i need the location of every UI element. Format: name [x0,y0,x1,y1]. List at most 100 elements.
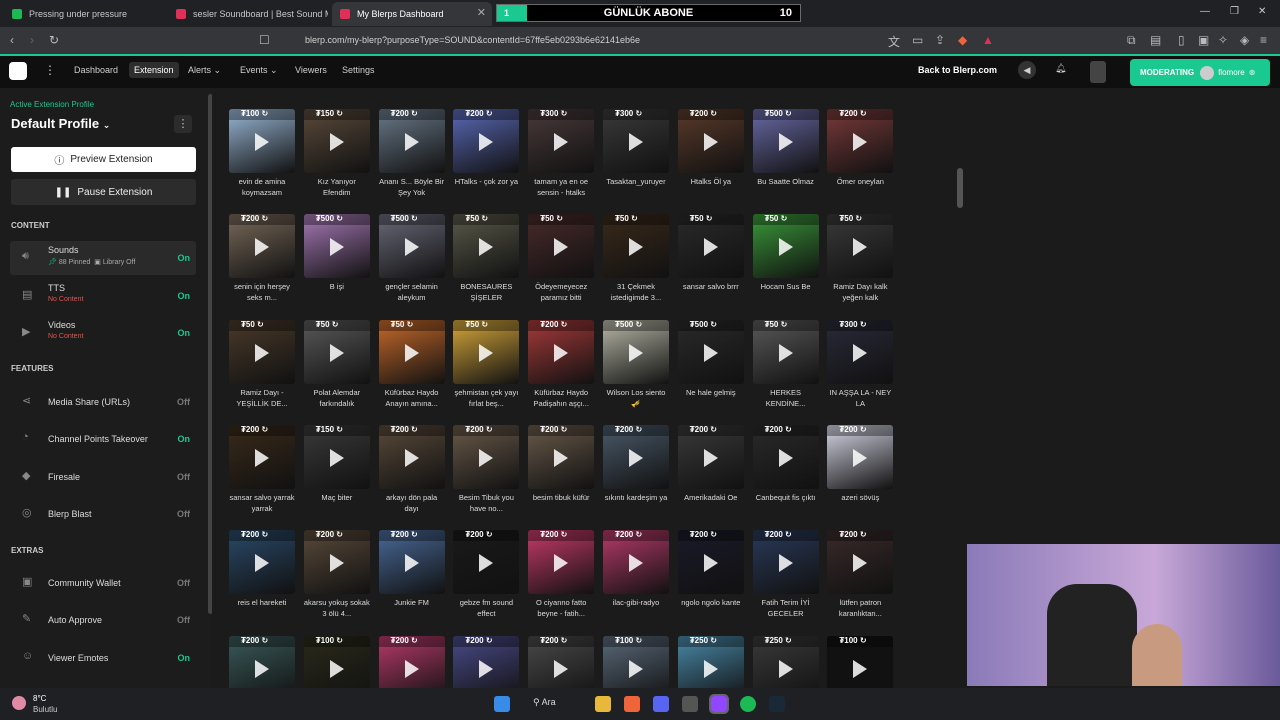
play-icon[interactable] [404,554,419,573]
sound-card[interactable]: ₮500 ↻ Ne hale gelmiş [677,319,744,420]
tab-spotify[interactable]: Pressing under pressure [4,2,164,26]
play-icon[interactable] [629,133,643,151]
sound-card[interactable]: ₮200 ↻ HTalks - çok zor ya [453,109,520,209]
sound-thumbnail[interactable]: ₮200 ↻ [229,635,295,688]
play-icon[interactable] [554,448,569,467]
play-icon[interactable] [255,554,269,573]
sidebar-item-tts[interactable]: ▤ TTS No Content On [10,279,196,313]
play-icon[interactable] [778,133,793,151]
sidebar-toggle-icon[interactable]: ▤ [1150,33,1161,47]
sound-thumbnail[interactable]: ₮200 ↻ [453,635,520,688]
nav-dashboard[interactable]: Dashboard [74,65,118,75]
play-icon[interactable] [404,448,419,467]
sidebar-item-community-wallet[interactable]: ▣ Community Wallet Off [10,566,196,600]
play-icon[interactable] [853,133,868,151]
sound-thumbnail[interactable]: ₮50 ↻ [752,319,819,384]
steam-icon[interactable] [769,696,785,712]
sound-card[interactable]: ₮200 ↻ [378,635,445,688]
play-icon[interactable] [479,343,494,362]
play-icon[interactable] [479,554,494,573]
sound-card[interactable]: ₮200 ↻ senin için herşey seks m... [229,214,295,314]
play-icon[interactable] [554,554,569,573]
profile-selector[interactable]: Default Profile ⌄ [11,116,110,131]
sound-thumbnail[interactable]: ₮200 ↻ [229,530,295,595]
play-icon[interactable] [329,238,344,257]
play-icon[interactable] [629,659,643,678]
play-icon[interactable] [479,448,494,467]
sound-thumbnail[interactable]: ₮50 ↻ [827,214,894,279]
grid-scrollbar[interactable] [957,168,963,208]
taskbar-search[interactable]: ⚲ Ara [533,697,556,708]
sound-card[interactable]: ₮200 ↻ Fatih Terim İYİ GECELER [752,530,819,630]
sound-card[interactable]: ₮200 ↻ Besim Tibuk you have no... [453,424,520,525]
sound-thumbnail[interactable]: ₮500 ↻ [677,319,744,384]
sound-thumbnail[interactable]: ₮100 ↻ [827,635,894,688]
sound-card[interactable]: ₮200 ↻ [528,635,595,688]
sound-thumbnail[interactable]: ₮500 ↻ [603,319,669,384]
translate-icon[interactable]: 文 [888,33,900,50]
sound-card[interactable]: ₮500 ↻ Wilson Los siento 🎺 [603,319,669,420]
play-icon[interactable] [479,659,494,678]
play-icon[interactable] [255,133,269,151]
sound-thumbnail[interactable]: ₮200 ↻ [603,530,669,595]
sound-card[interactable]: ₮100 ↻ [603,635,669,688]
sound-thumbnail[interactable]: ₮200 ↻ [752,530,819,595]
reload-icon[interactable]: ↻ [49,33,59,47]
split-view-icon[interactable]: ▯ [1178,33,1185,47]
sound-thumbnail[interactable]: ₮200 ↻ [677,530,744,595]
sound-thumbnail[interactable]: ₮50 ↻ [677,214,744,279]
blerp-logo-icon[interactable] [9,62,27,80]
sound-card[interactable]: ₮300 ↻ Tasaktan_yuruyer [603,109,669,209]
sound-thumbnail[interactable]: ₮200 ↻ [827,424,894,489]
sound-thumbnail[interactable]: ₮250 ↻ [677,635,744,688]
sound-thumbnail[interactable]: ₮50 ↻ [528,214,595,279]
sound-thumbnail[interactable]: ₮200 ↻ [827,530,894,595]
share-icon[interactable]: ⇪ [935,33,945,47]
sound-thumbnail[interactable]: ₮500 ↻ [378,214,445,279]
obs-icon[interactable] [682,696,698,712]
sidebar-item-videos[interactable]: ▶ Videos No Content On [10,316,196,350]
sound-card[interactable]: ₮200 ↻ Htalks Öl ya [677,109,744,209]
more-options-icon[interactable]: ⋮ [44,63,56,77]
sound-card[interactable]: ₮50 ↻ 31 Çekmek istedigimde 3... [603,214,669,314]
play-icon[interactable] [255,448,269,467]
sound-thumbnail[interactable]: ₮250 ↻ [752,635,819,688]
sound-card[interactable]: ₮50 ↻ şehmistan çek yayı fırlat beş... [453,319,520,420]
sound-thumbnail[interactable]: ₮50 ↻ [752,214,819,279]
volume-icon[interactable]: ◀ [1018,61,1036,79]
play-icon[interactable] [703,554,718,573]
sound-card[interactable]: ₮250 ↻ [677,635,744,688]
sound-card[interactable]: ₮200 ↻ Ananı S... Böyle Bir Şey Yok [378,109,445,209]
sound-thumbnail[interactable]: ₮200 ↻ [453,530,520,595]
sound-thumbnail[interactable]: ₮200 ↻ [378,635,445,688]
discord-icon[interactable] [653,696,669,712]
sound-card[interactable]: ₮200 ↻ [229,635,295,688]
sound-thumbnail[interactable]: ₮50 ↻ [453,214,520,279]
sound-card[interactable]: ₮200 ↻ Ömer oneylan [827,109,894,209]
spotify-icon[interactable] [740,696,756,712]
play-icon[interactable] [778,448,793,467]
sound-thumbnail[interactable]: ₮150 ↻ [303,109,370,173]
play-icon[interactable] [479,238,494,257]
sound-card[interactable]: ₮150 ↻ Maç biter [303,424,370,525]
sound-thumbnail[interactable]: ₮200 ↻ [229,214,295,279]
play-icon[interactable] [255,238,269,257]
weather-icon[interactable] [12,696,26,710]
sound-card[interactable]: ₮200 ↻ Küfürbaz Haydo Padişahın aşçı... [528,319,595,420]
bookmark-icon[interactable]: ☐ [259,33,270,47]
sound-thumbnail[interactable]: ₮200 ↻ [528,424,595,489]
sound-card[interactable]: ₮50 ↻ Ödeyemeyecez paramız bitti [528,214,595,314]
sound-card[interactable]: ₮50 ↻ Küfürbaz Haydo Anayın amına... [378,319,445,420]
minimize-icon[interactable]: — [1200,6,1210,17]
play-icon[interactable] [629,448,643,467]
avatar[interactable] [1090,61,1106,83]
sound-card[interactable]: ₮200 ↻ ilac-gibi-radyo [603,530,669,630]
play-icon[interactable] [853,554,868,573]
close-window-icon[interactable]: ✕ [1258,6,1266,17]
sound-card[interactable]: ₮200 ↻ lütfen patron karanlıktan... [827,530,894,630]
play-icon[interactable] [404,343,419,362]
play-icon[interactable] [479,133,494,151]
play-icon[interactable] [404,238,419,257]
moderating-badge[interactable]: MODERATING flomore ⊗ [1130,59,1270,86]
preview-extension-button[interactable]: ⓘ Preview Extension [11,147,196,172]
